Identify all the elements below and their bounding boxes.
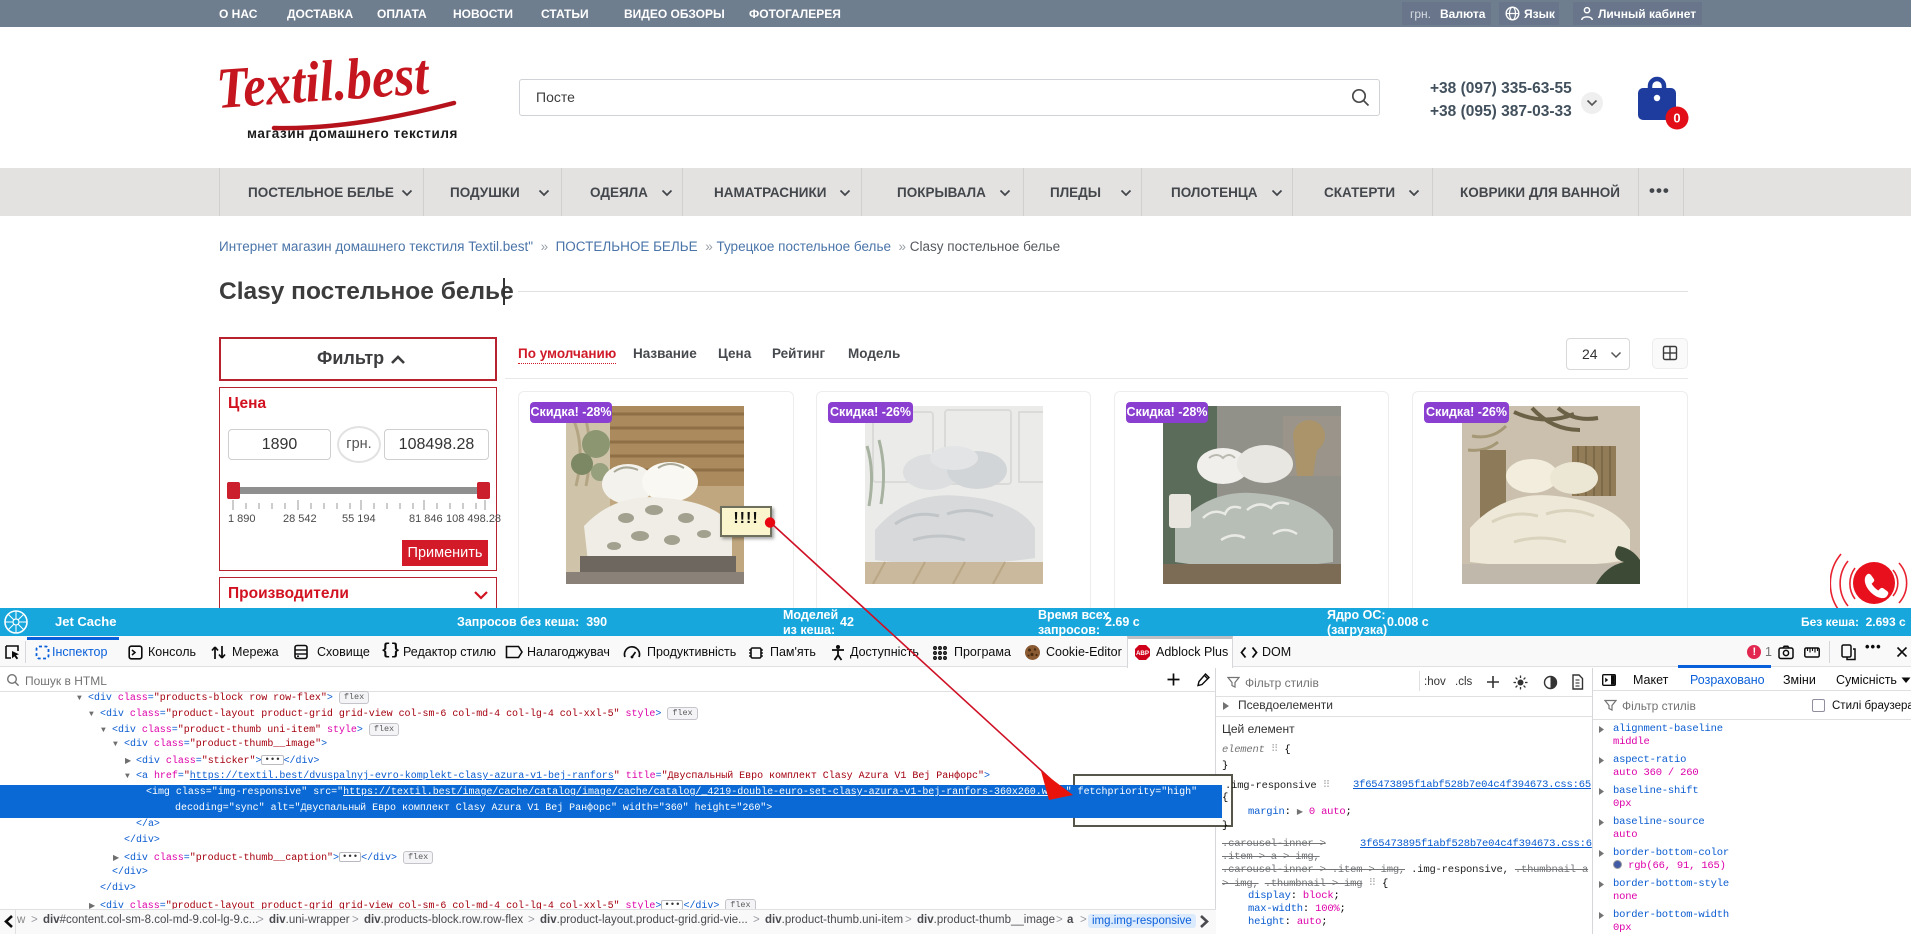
svg-text:магазин домашнего текстиля: магазин домашнего текстиля bbox=[247, 126, 458, 141]
svg-text:Textil.best: Textil.best bbox=[214, 41, 432, 121]
svg-text:ABP: ABP bbox=[1136, 650, 1149, 657]
svg-text:0: 0 bbox=[1673, 111, 1680, 126]
